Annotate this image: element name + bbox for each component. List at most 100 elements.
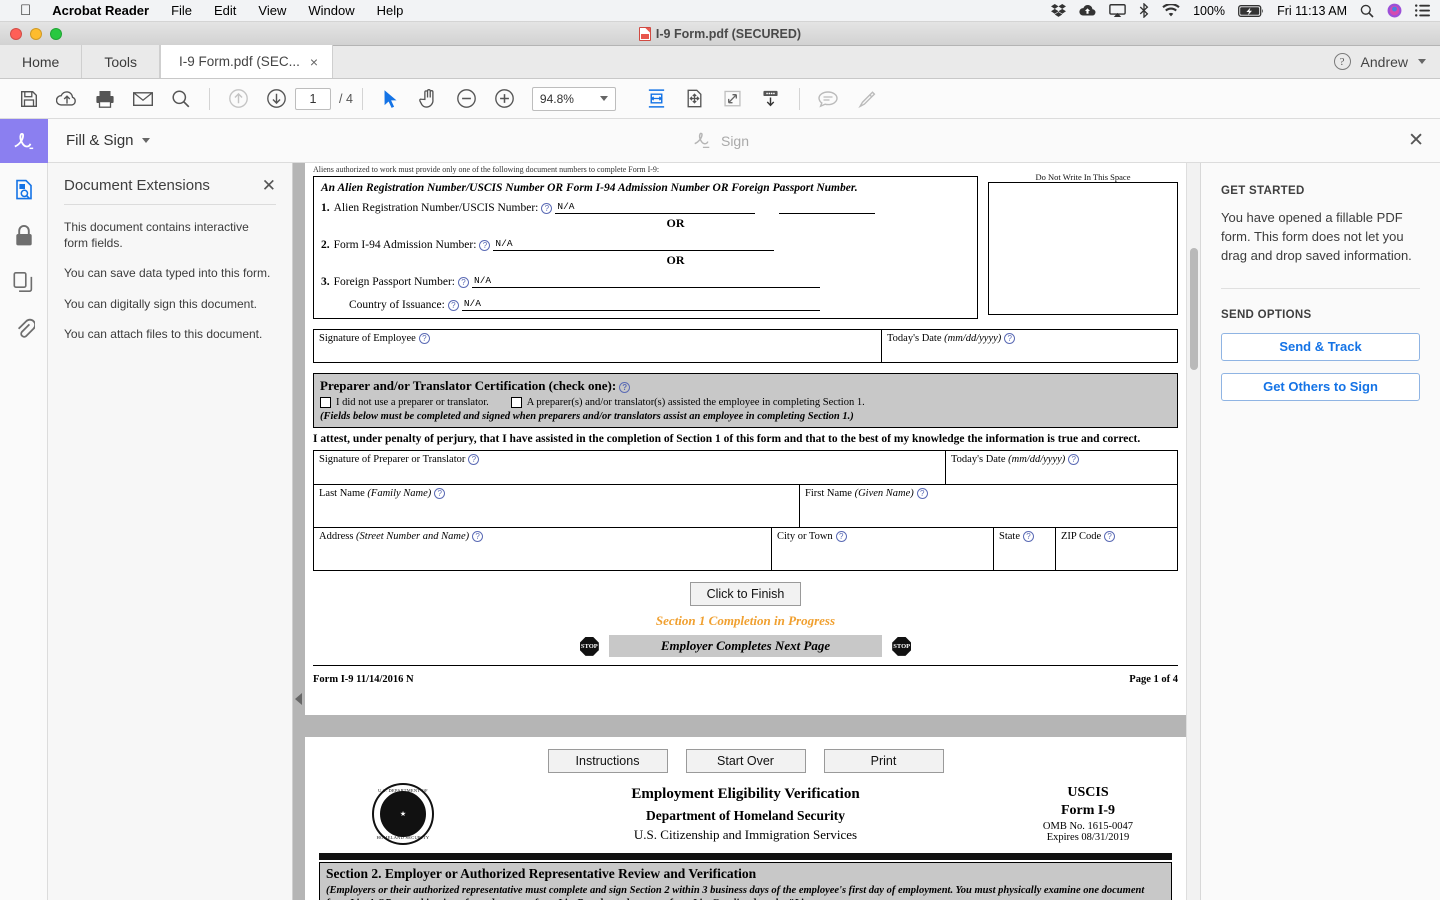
field-row-1[interactable]: 1. Alien Registration Number/USCIS Numbe… — [321, 201, 970, 214]
highlight-icon[interactable] — [847, 84, 885, 114]
page-number-input[interactable]: 1 — [295, 87, 331, 110]
page-scroll-container[interactable]: Aliens authorized to work must provide o… — [305, 163, 1186, 900]
help-bubble-icon[interactable]: ? — [619, 381, 631, 393]
spotlight-search-icon[interactable] — [1360, 4, 1374, 18]
airplay-icon[interactable] — [1109, 4, 1126, 17]
next-page-icon[interactable] — [257, 84, 295, 114]
tab-document[interactable]: I-9 Form.pdf (SEC... × — [160, 45, 334, 78]
help-bubble-icon[interactable]: ? — [1004, 333, 1016, 345]
fill-sign-badge-icon[interactable] — [0, 118, 48, 163]
i94-admission-number-input[interactable]: N/A — [493, 238, 774, 251]
notification-center-icon[interactable] — [1415, 4, 1430, 17]
alien-registration-extra-input[interactable] — [779, 201, 876, 214]
print-button[interactable]: Print — [823, 749, 944, 773]
click-to-finish-button[interactable]: Click to Finish — [689, 582, 802, 607]
page-thumbnails-icon[interactable] — [11, 269, 37, 295]
send-and-track-button[interactable]: Send & Track — [1221, 332, 1420, 361]
help-bubble-icon[interactable]: ? — [541, 203, 553, 214]
tab-home[interactable]: Home — [0, 45, 83, 78]
sign-button[interactable]: Sign — [660, 131, 780, 151]
preparer-date-field[interactable]: Today's Date (mm/dd/yyyy)? — [945, 451, 1177, 485]
help-icon[interactable]: ? — [1333, 53, 1351, 70]
field-row-country[interactable]: Country of Issuance: ? N/A — [321, 298, 970, 311]
preparer-last-name-field[interactable]: Last Name (Family Name)? — [314, 485, 799, 527]
fill-sign-menu[interactable]: Fill & Sign — [66, 132, 150, 149]
tab-tools[interactable]: Tools — [82, 45, 161, 78]
country-of-issuance-input[interactable]: N/A — [461, 298, 820, 311]
help-bubble-icon[interactable]: ? — [1068, 454, 1080, 466]
menu-item-help[interactable]: Help — [366, 0, 415, 22]
preparer-address-field[interactable]: Address (Street Number and Name)? — [314, 528, 771, 570]
comment-icon[interactable] — [809, 84, 847, 114]
preparer-state-field[interactable]: State? — [993, 528, 1055, 571]
fit-width-icon[interactable] — [638, 84, 676, 114]
help-bubble-icon[interactable]: ? — [434, 488, 446, 500]
zoom-out-icon[interactable] — [448, 84, 486, 114]
field-row-3[interactable]: 3. Foreign Passport Number: ? N/A — [321, 275, 970, 288]
security-lock-icon[interactable] — [11, 223, 37, 249]
signature-of-preparer-field[interactable]: Signature of Preparer or Translator? — [314, 451, 945, 484]
employee-date-field[interactable]: Today's Date (mm/dd/yyyy)? — [881, 330, 1177, 362]
save-icon[interactable] — [10, 84, 48, 114]
select-tool-icon[interactable] — [372, 84, 410, 114]
checkbox-no-preparer[interactable] — [320, 397, 331, 408]
menu-item-file[interactable]: File — [160, 0, 203, 22]
menu-item-window[interactable]: Window — [297, 0, 365, 22]
preparer-first-name-field[interactable]: First Name (Given Name)? — [799, 485, 1177, 528]
fit-page-icon[interactable] — [676, 84, 714, 114]
chevron-down-icon[interactable] — [1418, 59, 1426, 64]
search-icon[interactable] — [162, 84, 200, 114]
help-bubble-icon[interactable]: ? — [418, 333, 430, 345]
help-bubble-icon[interactable]: ? — [479, 240, 491, 251]
help-bubble-icon[interactable]: ? — [472, 531, 484, 543]
scrollbar-thumb[interactable] — [1190, 248, 1198, 370]
help-bubble-icon[interactable]: ? — [447, 300, 459, 311]
dropbox-icon[interactable] — [1051, 3, 1067, 18]
foreign-passport-number-input[interactable]: N/A — [472, 275, 820, 288]
vertical-scrollbar[interactable] — [1186, 163, 1200, 900]
help-bubble-icon[interactable]: ? — [916, 488, 928, 500]
tab-close-icon[interactable]: × — [310, 54, 318, 70]
pdf-viewer[interactable]: Aliens authorized to work must provide o… — [293, 163, 1200, 900]
menubar-clock[interactable]: Fri 11:13 AM — [1277, 4, 1347, 18]
collapse-left-icon[interactable] — [295, 693, 302, 705]
instructions-button[interactable]: Instructions — [547, 749, 668, 773]
hand-tool-icon[interactable] — [410, 84, 448, 114]
user-name-label[interactable]: Andrew — [1361, 54, 1408, 70]
pdf-page-2[interactable]: Instructions Start Over Print ★ U.S. DEP… — [305, 737, 1186, 900]
preparer-zip-field[interactable]: ZIP Code? — [1055, 528, 1177, 571]
help-bubble-icon[interactable]: ? — [1023, 531, 1034, 543]
document-extensions-icon[interactable] — [11, 177, 37, 203]
apple-logo-icon[interactable]:  — [10, 1, 41, 21]
zoom-level-select[interactable]: 94.8% — [531, 86, 616, 111]
help-bubble-icon[interactable]: ? — [835, 531, 847, 543]
get-others-to-sign-button[interactable]: Get Others to Sign — [1221, 372, 1420, 401]
menu-item-acrobat-reader[interactable]: Acrobat Reader — [41, 0, 160, 22]
preparer-city-field[interactable]: City or Town? — [771, 528, 993, 571]
previous-page-icon[interactable] — [219, 84, 257, 114]
close-fill-sign-icon[interactable]: ✕ — [1408, 131, 1424, 150]
email-icon[interactable] — [124, 84, 162, 114]
scroll-mode-icon[interactable] — [752, 84, 790, 114]
pdf-page-1[interactable]: Aliens authorized to work must provide o… — [305, 163, 1186, 715]
help-bubble-icon[interactable]: ? — [1104, 531, 1116, 543]
help-bubble-icon[interactable]: ? — [468, 454, 480, 466]
menu-item-view[interactable]: View — [247, 0, 297, 22]
field-row-2[interactable]: 2. Form I-94 Admission Number: ? N/A — [321, 238, 970, 251]
upload-cloud-icon[interactable] — [48, 84, 86, 114]
chevron-down-icon[interactable] — [599, 96, 608, 101]
signature-of-employee-field[interactable]: Signature of Employee? — [314, 330, 881, 362]
checkbox-preparer-assisted[interactable] — [510, 397, 522, 408]
zoom-in-icon[interactable] — [486, 84, 524, 114]
fullscreen-icon[interactable] — [714, 84, 752, 114]
menu-item-edit[interactable]: Edit — [203, 0, 247, 22]
alien-registration-number-input[interactable]: N/A — [555, 201, 756, 214]
print-icon[interactable] — [86, 84, 124, 114]
help-bubble-icon[interactable]: ? — [458, 277, 470, 288]
bluetooth-icon[interactable] — [1139, 3, 1149, 18]
siri-icon[interactable] — [1387, 3, 1402, 18]
battery-icon[interactable] — [1238, 4, 1264, 17]
start-over-button[interactable]: Start Over — [685, 749, 806, 773]
attachments-icon[interactable] — [11, 315, 37, 341]
chevron-down-icon[interactable] — [141, 138, 150, 143]
